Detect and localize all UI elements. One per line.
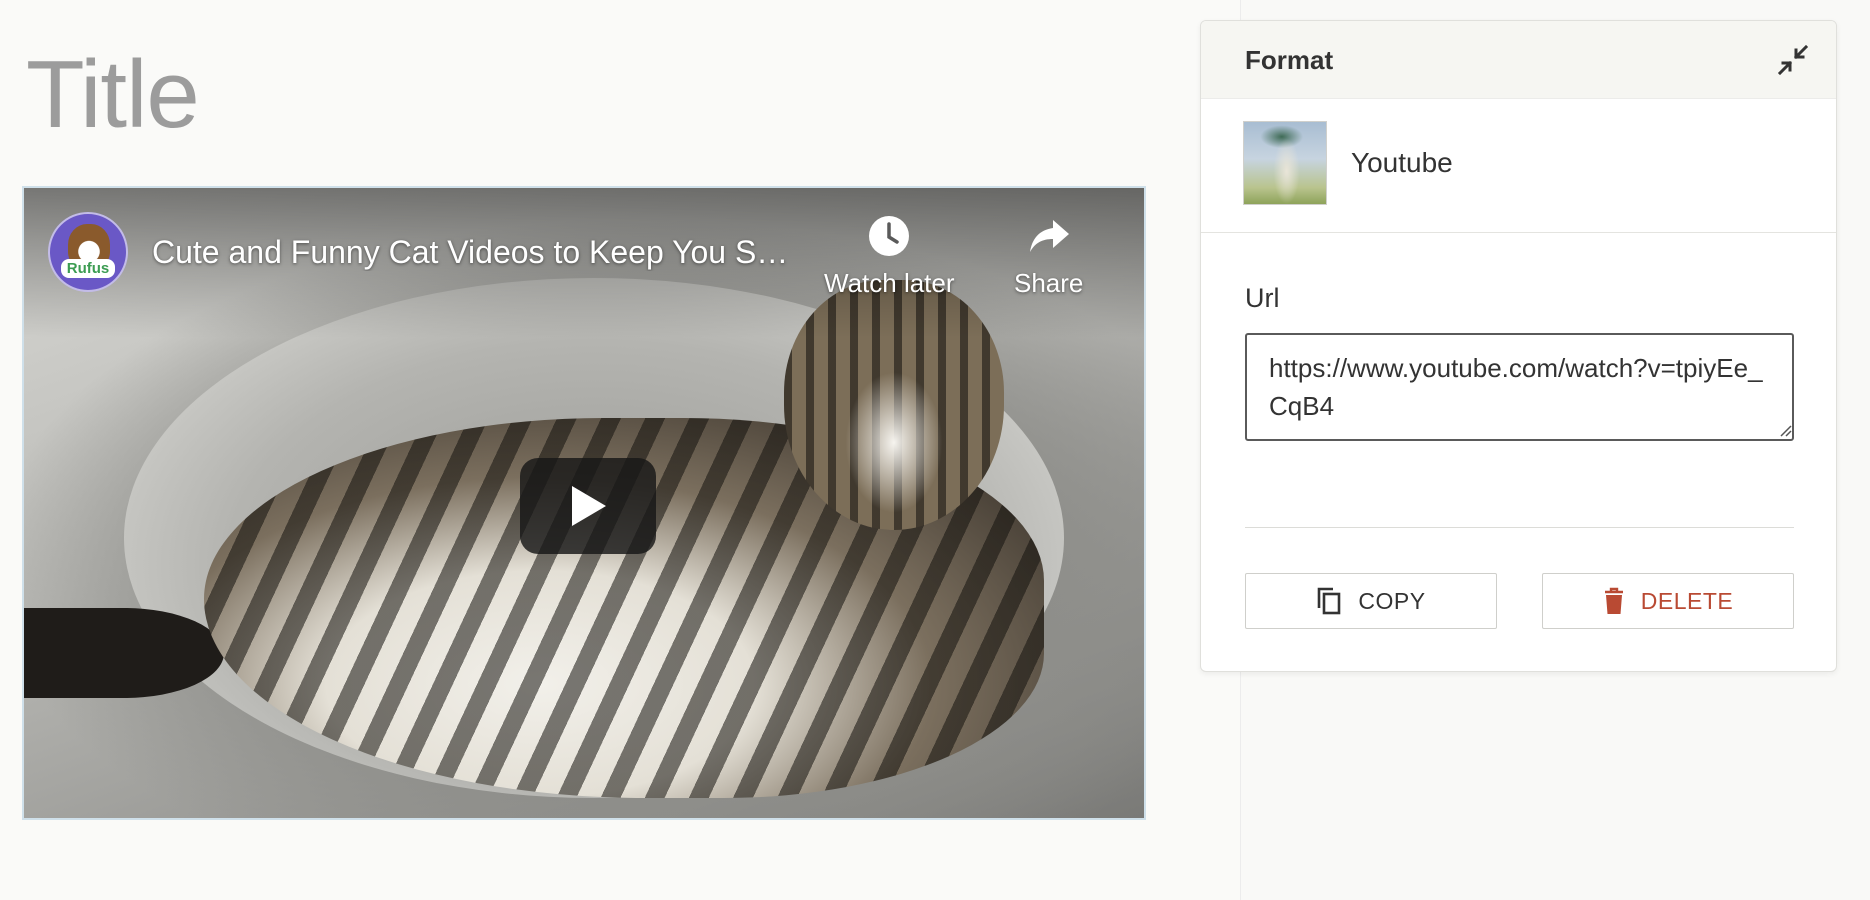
watch-later-button[interactable]: Watch later <box>824 214 955 299</box>
play-icon <box>572 486 606 526</box>
watch-later-label: Watch later <box>824 268 955 298</box>
video-thumbnail-cat-tail <box>24 608 224 698</box>
url-label: Url <box>1245 283 1280 313</box>
source-thumbnail <box>1243 121 1327 205</box>
panel-header: Format <box>1201 21 1836 99</box>
video-title[interactable]: Cute and Funny Cat Videos to Keep You Sm… <box>152 234 812 271</box>
youtube-embed[interactable]: Rufus Cute and Funny Cat Videos to Keep … <box>22 186 1146 820</box>
url-input[interactable] <box>1245 333 1794 441</box>
share-arrow-icon <box>1027 214 1071 258</box>
collapse-button[interactable] <box>1776 43 1810 77</box>
copy-button[interactable]: COPY <box>1245 573 1497 629</box>
channel-avatar-label: Rufus <box>60 259 116 278</box>
share-label: Share <box>1014 268 1084 298</box>
delete-button[interactable]: DELETE <box>1542 573 1794 629</box>
panel-title: Format <box>1245 45 1334 75</box>
clock-icon <box>867 214 911 258</box>
play-button[interactable] <box>520 458 656 554</box>
delete-label: DELETE <box>1640 587 1734 614</box>
page-title[interactable]: Title <box>26 40 200 150</box>
format-panel: Format Youtube Url https://www.youtube.c… <box>1200 20 1837 672</box>
page: Title Rufus Cute and Funny Cat Videos to… <box>0 0 1870 900</box>
copy-icon <box>1316 586 1342 616</box>
copy-label: COPY <box>1358 587 1426 614</box>
channel-avatar[interactable]: Rufus <box>48 212 128 292</box>
resize-grip-icon[interactable] <box>1778 423 1792 437</box>
source-row: Youtube <box>1201 99 1836 233</box>
source-name: Youtube <box>1351 147 1453 178</box>
trash-icon <box>1603 587 1625 615</box>
collapse-arrows-icon <box>1777 44 1809 76</box>
panel-divider <box>1245 527 1794 528</box>
share-button[interactable]: Share <box>1014 214 1083 299</box>
